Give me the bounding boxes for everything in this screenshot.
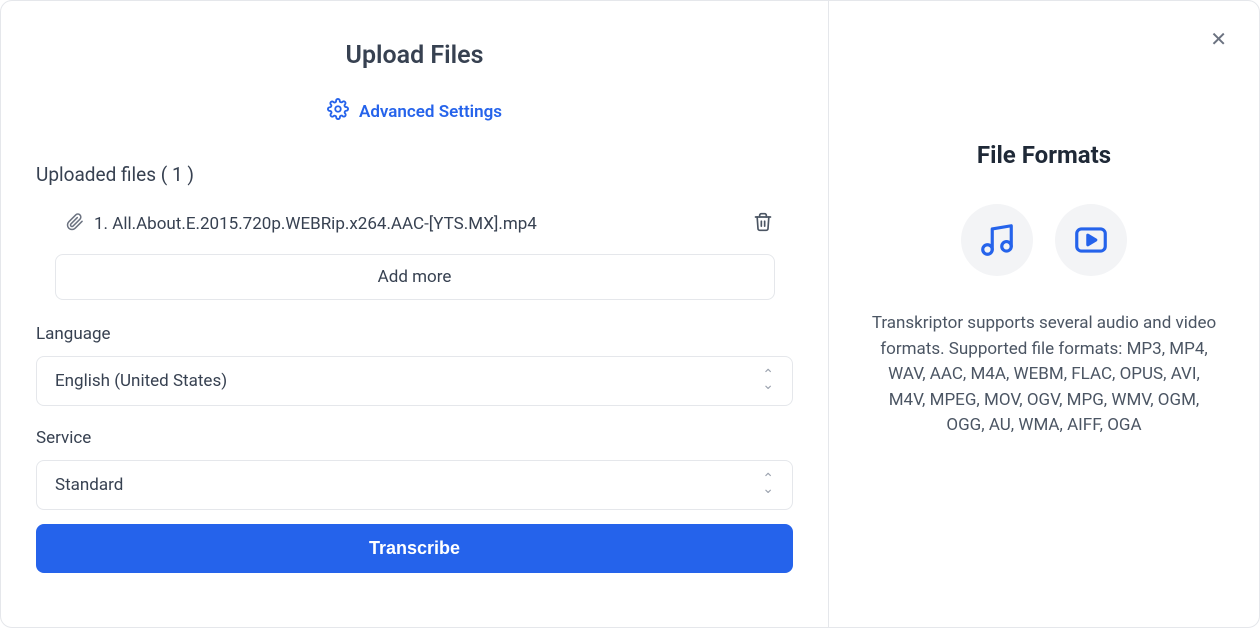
advanced-settings-label: Advanced Settings: [359, 102, 502, 122]
uploaded-files-label: Uploaded files ( 1 ): [36, 163, 793, 186]
add-more-button[interactable]: Add more: [55, 254, 775, 300]
page-title: Upload Files: [36, 41, 793, 70]
service-select[interactable]: Standard ⌃⌄: [36, 460, 793, 510]
chevron-updown-icon: ⌃⌄: [762, 475, 774, 495]
file-item: 1. All.About.E.2015.720p.WEBRip.x264.AAC…: [66, 213, 537, 236]
file-formats-title: File Formats: [859, 141, 1229, 169]
music-icon: [978, 221, 1016, 259]
audio-format-icon: [961, 204, 1033, 276]
format-icons: [859, 204, 1229, 276]
upload-dialog: Upload Files Advanced Settings Uploaded …: [0, 0, 1260, 628]
service-value: Standard: [55, 475, 123, 495]
language-label: Language: [36, 324, 793, 344]
close-icon: ✕: [1210, 27, 1227, 51]
file-name: 1. All.About.E.2015.720p.WEBRip.x264.AAC…: [94, 214, 537, 234]
attachment-icon: [66, 213, 84, 236]
play-icon: [1072, 221, 1110, 259]
gear-icon: [327, 98, 349, 125]
close-button[interactable]: ✕: [1210, 29, 1227, 49]
info-sidebar: ✕ File Formats Transkriptor supports sev…: [829, 1, 1259, 627]
main-panel: Upload Files Advanced Settings Uploaded …: [1, 1, 829, 627]
file-formats-description: Transkriptor supports several audio and …: [859, 311, 1229, 439]
trash-icon: [753, 212, 773, 232]
language-value: English (United States): [55, 371, 227, 391]
chevron-updown-icon: ⌃⌄: [762, 371, 774, 391]
video-format-icon: [1055, 204, 1127, 276]
delete-file-button[interactable]: [753, 212, 773, 236]
file-row: 1. All.About.E.2015.720p.WEBRip.x264.AAC…: [36, 212, 793, 236]
transcribe-button[interactable]: Transcribe: [36, 524, 793, 573]
service-label: Service: [36, 428, 793, 448]
advanced-settings-link[interactable]: Advanced Settings: [36, 98, 793, 125]
language-select[interactable]: English (United States) ⌃⌄: [36, 356, 793, 406]
